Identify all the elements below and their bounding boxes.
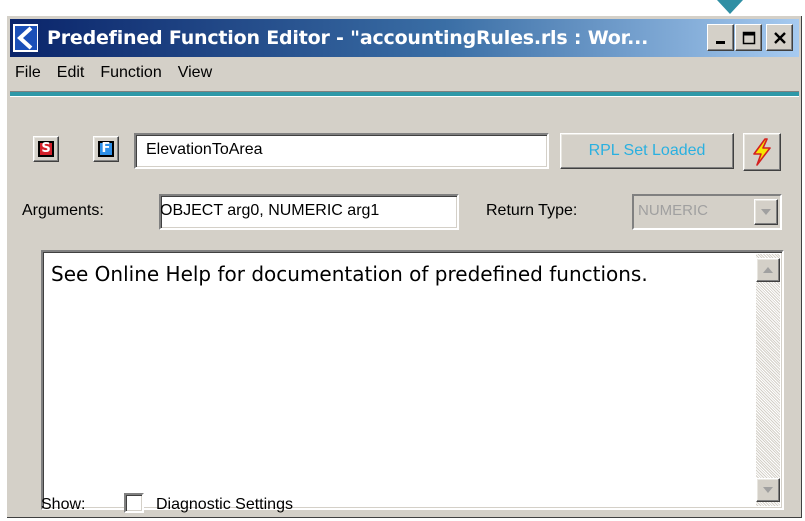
f-button-glyph: F <box>98 141 114 157</box>
arguments-input[interactable]: OBJECT arg0, NUMERIC arg1 <box>159 194 459 230</box>
menu-edit[interactable]: Edit <box>49 64 93 82</box>
maximize-button[interactable] <box>735 24 762 51</box>
maximize-icon <box>742 31 755 44</box>
scroll-up-button[interactable] <box>756 258 780 282</box>
window-controls <box>706 24 793 51</box>
close-icon <box>773 31 786 44</box>
return-type-label: Return Type: <box>486 202 578 219</box>
lightning-bolt-button[interactable] <box>743 133 781 171</box>
minimize-icon <box>715 40 725 44</box>
menu-bar: File Edit Function View <box>10 59 799 87</box>
corner-marker <box>717 0 743 14</box>
minimize-button[interactable] <box>707 24 734 51</box>
return-type-select[interactable]: NUMERIC <box>632 194 782 230</box>
window-title: Predefined Function Editor - "accounting… <box>47 27 649 49</box>
scroll-down-icon <box>763 487 773 493</box>
app-icon <box>13 24 38 52</box>
f-button[interactable]: F <box>93 136 119 162</box>
menu-divider <box>10 91 799 97</box>
s-button[interactable]: S <box>33 136 59 162</box>
vertical-scrollbar[interactable] <box>756 254 780 506</box>
description-textarea[interactable]: See Online Help for documentation of pre… <box>41 250 784 510</box>
return-type-value: NUMERIC <box>638 202 708 219</box>
rpl-set-loaded-button[interactable]: RPL Set Loaded <box>560 133 734 169</box>
arguments-label: Arguments: <box>22 202 104 219</box>
menu-view[interactable]: View <box>170 64 220 82</box>
s-button-glyph: S <box>38 141 54 157</box>
predefined-function-editor-window: Predefined Function Editor - "accounting… <box>6 15 803 519</box>
chevron-down-icon <box>761 209 771 215</box>
menu-file[interactable]: File <box>10 64 49 82</box>
return-type-dropdown-button[interactable] <box>754 199 778 225</box>
scroll-down-button[interactable] <box>756 478 780 502</box>
close-button[interactable] <box>766 24 793 51</box>
menu-function[interactable]: Function <box>92 64 169 82</box>
scroll-up-icon <box>763 267 773 273</box>
title-bar[interactable]: Predefined Function Editor - "accounting… <box>10 19 799 57</box>
description-text: See Online Help for documentation of pre… <box>51 262 648 286</box>
lightning-bolt-icon <box>753 138 771 166</box>
show-label: Show: <box>41 496 86 513</box>
diagnostic-settings-checkbox[interactable] <box>124 493 144 513</box>
diagnostic-settings-label[interactable]: Diagnostic Settings <box>156 496 293 514</box>
function-name-input[interactable]: ElevationToArea <box>134 133 549 169</box>
